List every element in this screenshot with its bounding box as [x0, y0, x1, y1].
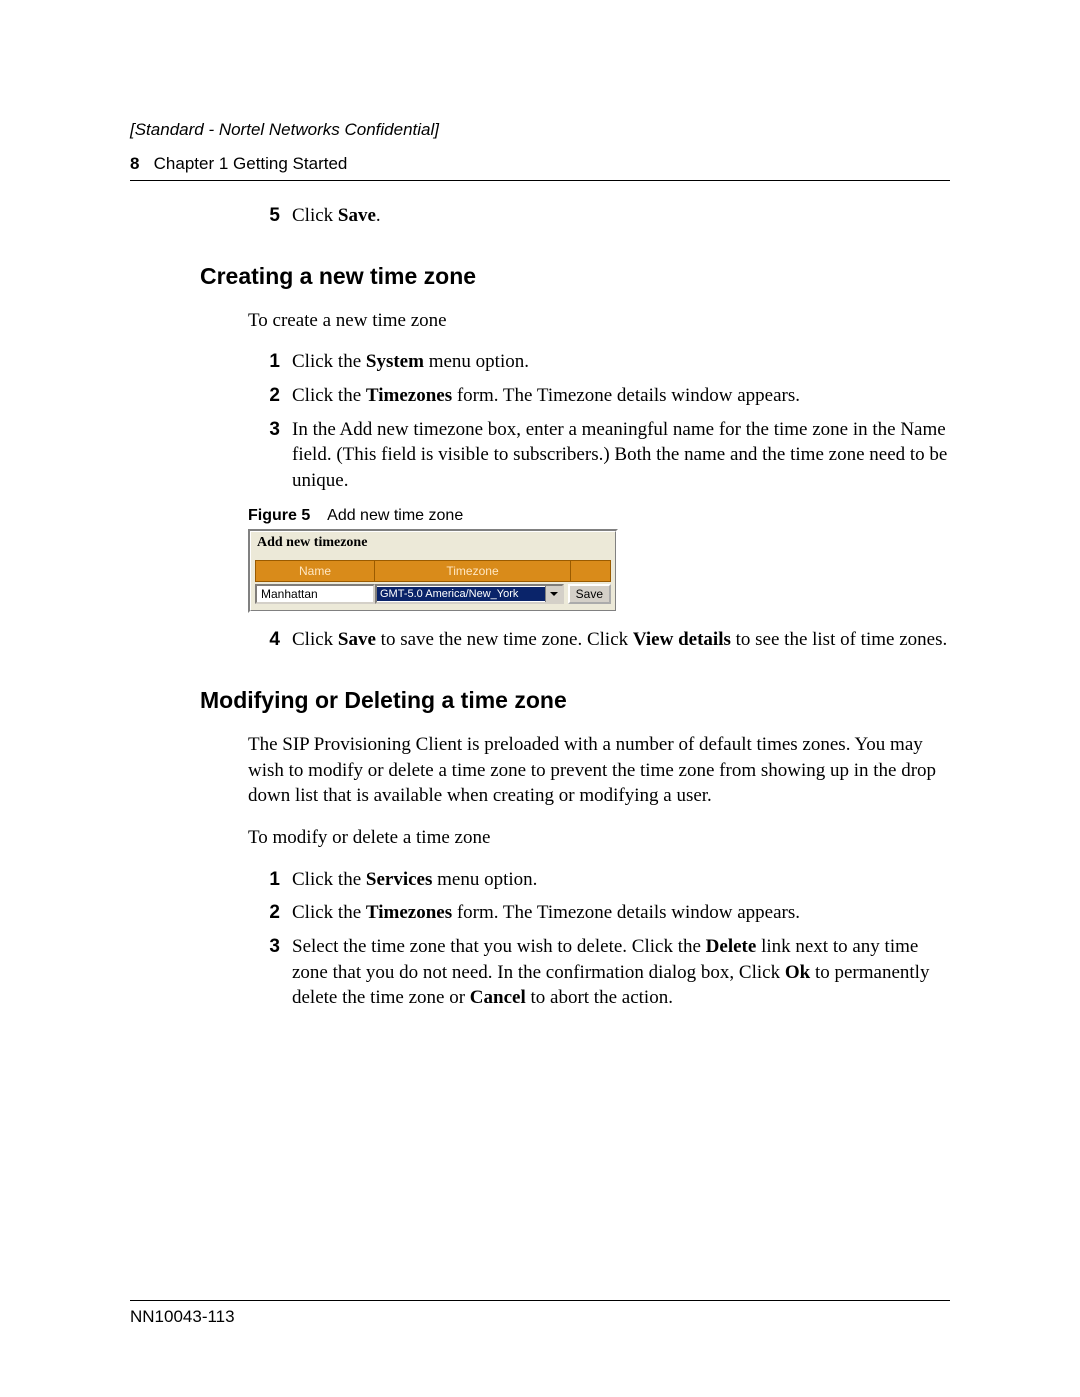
- step-row: 1Click the Services menu option.: [248, 867, 950, 893]
- step-row: 3Select the time zone that you wish to d…: [248, 934, 950, 1011]
- chevron-down-icon[interactable]: [545, 586, 562, 602]
- intro-text: To modify or delete a time zone: [248, 825, 950, 851]
- step-number: 5: [248, 203, 292, 229]
- step-row: 3In the Add new timezone box, enter a me…: [248, 417, 950, 494]
- table-header-row: Name Timezone: [255, 560, 611, 582]
- figure-caption: Figure 5 Add new time zone: [248, 507, 950, 525]
- step-number: 1: [248, 867, 292, 893]
- step-number: 4: [248, 627, 292, 653]
- classification-banner: [Standard - Nortel Networks Confidential…: [130, 120, 950, 140]
- section-heading-creating: Creating a new time zone: [200, 263, 950, 290]
- step-text: Click Save to save the new time zone. Cl…: [292, 627, 950, 653]
- col-header-blank: [571, 560, 611, 582]
- running-header: 8 Chapter 1 Getting Started: [130, 154, 950, 181]
- step-row: 5 Click Save.: [248, 203, 950, 229]
- step-text: Click Save.: [292, 203, 950, 229]
- step-text: Click the Timezones form. The Timezone d…: [292, 900, 950, 926]
- col-header-name: Name: [255, 560, 375, 582]
- section-heading-modifying: Modifying or Deleting a time zone: [200, 687, 950, 714]
- timezone-select[interactable]: GMT-5.0 America/New_York: [375, 584, 564, 604]
- step-text: In the Add new timezone box, enter a mea…: [292, 417, 950, 494]
- step-text: Click the Services menu option.: [292, 867, 950, 893]
- step-number: 2: [248, 900, 292, 926]
- document-id: NN10043-113: [130, 1307, 235, 1326]
- name-input[interactable]: [255, 584, 375, 604]
- add-timezone-panel: Add new timezone Name Timezone GMT-5.0 A…: [248, 529, 618, 613]
- panel-title: Add new timezone: [251, 532, 615, 554]
- step-number: 1: [248, 349, 292, 375]
- step-number: 2: [248, 383, 292, 409]
- step-row: 4Click Save to save the new time zone. C…: [248, 627, 950, 653]
- step-text: Click the Timezones form. The Timezone d…: [292, 383, 950, 409]
- step-row: 1Click the System menu option.: [248, 349, 950, 375]
- step-row: 2Click the Timezones form. The Timezone …: [248, 900, 950, 926]
- document-page: [Standard - Nortel Networks Confidential…: [0, 0, 1080, 1397]
- table-row: GMT-5.0 America/New_York Save: [255, 584, 611, 604]
- step-number: 3: [248, 417, 292, 494]
- chapter-label: Chapter 1 Getting Started: [154, 154, 348, 173]
- timezone-select-value: GMT-5.0 America/New_York: [377, 587, 545, 601]
- step-number: 3: [248, 934, 292, 1011]
- page-number: 8: [130, 154, 139, 173]
- step-text: Select the time zone that you wish to de…: [292, 934, 950, 1011]
- step-row: 2Click the Timezones form. The Timezone …: [248, 383, 950, 409]
- footer: NN10043-113: [130, 1300, 950, 1327]
- save-button[interactable]: Save: [568, 584, 611, 604]
- col-header-timezone: Timezone: [375, 560, 571, 582]
- section-b-paragraph: The SIP Provisioning Client is preloaded…: [248, 732, 950, 809]
- step-text: Click the System menu option.: [292, 349, 950, 375]
- intro-text: To create a new time zone: [248, 308, 950, 334]
